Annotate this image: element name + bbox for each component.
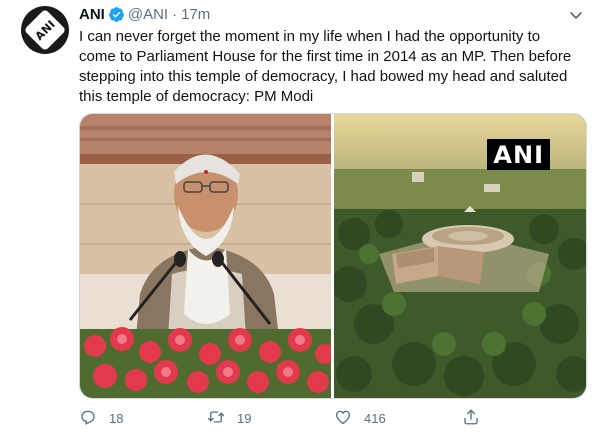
retweet-icon [207,408,225,429]
avatar[interactable]: ANI [21,6,69,54]
reply-count: 18 [109,411,124,426]
reply-button[interactable]: 18 [79,408,123,429]
author-name[interactable]: ANI [79,6,105,23]
parliament-render-photo[interactable]: ANI [334,114,586,398]
tweet-text: I can never forget the moment in my life… [79,28,572,105]
timestamp[interactable]: 17m [181,6,210,23]
share-button[interactable] [462,408,480,429]
ani-watermark: ANI [487,139,550,170]
verified-badge-icon [108,6,125,23]
tweet-card[interactable]: ANI ANI @ANI · 17m I can never forget th… [0,0,595,435]
like-count: 416 [364,411,386,426]
avatar-logo-text: ANI [32,17,58,43]
reply-icon [79,408,97,429]
share-icon [462,408,480,429]
like-icon [334,408,352,429]
media-container: ANI [79,113,587,399]
caret-down-icon[interactable] [569,8,583,19]
author-handle[interactable]: @ANI [128,6,168,23]
tweet-actions: 18 19 416 [79,408,579,432]
separator-dot: · [172,5,178,23]
retweet-count: 19 [237,411,252,426]
retweet-button[interactable]: 19 [207,408,251,429]
speech-photo[interactable] [80,114,332,398]
like-button[interactable]: 416 [334,408,386,429]
ani-logo: ANI [23,8,67,52]
tweet-header: ANI @ANI · 17m [79,4,210,24]
